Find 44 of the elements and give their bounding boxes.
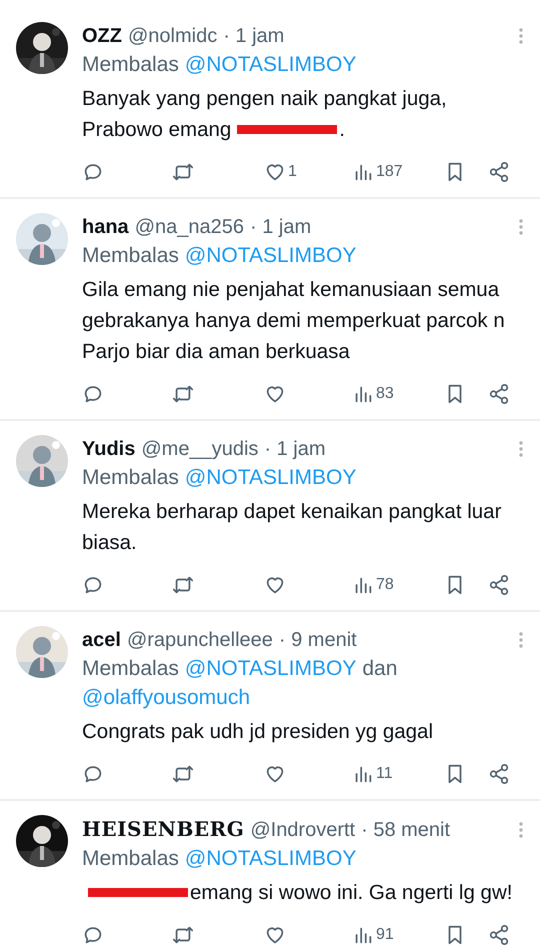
- timestamp: · 58 menit: [361, 818, 450, 843]
- reply-text: .: [339, 117, 345, 143]
- reply-text: Banyak yang pengen naik pangkat juga,: [82, 86, 447, 112]
- repost-icon: [172, 574, 194, 596]
- share-icon: [488, 763, 510, 785]
- timestamp: · 1 jam: [223, 24, 284, 49]
- user-name[interactable]: HEISENBERG: [82, 815, 244, 843]
- user-handle[interactable]: @rapunchelleee: [126, 626, 273, 654]
- share-icon: [488, 924, 510, 946]
- reply-text: Mereka berharap dapet kenaikan pangkat luar biasa.: [82, 499, 502, 556]
- repost-icon: [172, 924, 194, 946]
- user-handle[interactable]: @na_na256: [134, 213, 244, 241]
- share-icon: [488, 383, 510, 405]
- replying-label: Membalas: [82, 465, 179, 491]
- repost-icon: [172, 763, 194, 785]
- user-name[interactable]: OZZ: [82, 22, 122, 50]
- replying-label: Membalas: [82, 656, 179, 682]
- replying-label: Membalas: [82, 846, 179, 872]
- user-handle[interactable]: @Indrovertt: [250, 816, 356, 844]
- reply-text: Gila emang nie penjahat kemanusiaan semua gebrakanya hanya demi memperkuat parcok n Parjo biar dia aman berkuasa: [82, 277, 506, 365]
- like-button[interactable]: 1: [260, 157, 348, 187]
- user-handle[interactable]: @nolmidc: [128, 22, 218, 50]
- reply-text: Congrats pak udh jd presiden yg gagal: [82, 719, 434, 745]
- views-button[interactable]: 187: [348, 157, 440, 187]
- reply-text: emang si wowo ini. Ga ngerti lg gw!: [190, 880, 512, 906]
- timestamp: · 9 menit: [278, 628, 357, 653]
- views-button[interactable]: 78: [348, 570, 440, 600]
- views-button[interactable]: 91: [348, 920, 440, 950]
- repost-icon: [172, 383, 194, 405]
- user-name[interactable]: acel: [82, 626, 121, 654]
- conjunction: dan: [362, 656, 398, 682]
- replying-label: Membalas: [82, 52, 179, 78]
- user-handle[interactable]: @me__yudis: [141, 435, 258, 463]
- user-name[interactable]: hana: [82, 213, 129, 241]
- timestamp: · 1 jam: [264, 437, 326, 462]
- views-button[interactable]: 83: [348, 379, 440, 409]
- reply-text: Prabowo emang: [82, 117, 232, 143]
- repost-icon: [172, 161, 194, 183]
- replying-label: Membalas: [82, 243, 179, 269]
- share-icon: [488, 574, 510, 596]
- share-icon: [488, 161, 510, 183]
- user-name[interactable]: Yudis: [82, 435, 136, 463]
- timestamp: · 1 jam: [250, 215, 312, 240]
- views-button[interactable]: 11: [348, 759, 440, 789]
